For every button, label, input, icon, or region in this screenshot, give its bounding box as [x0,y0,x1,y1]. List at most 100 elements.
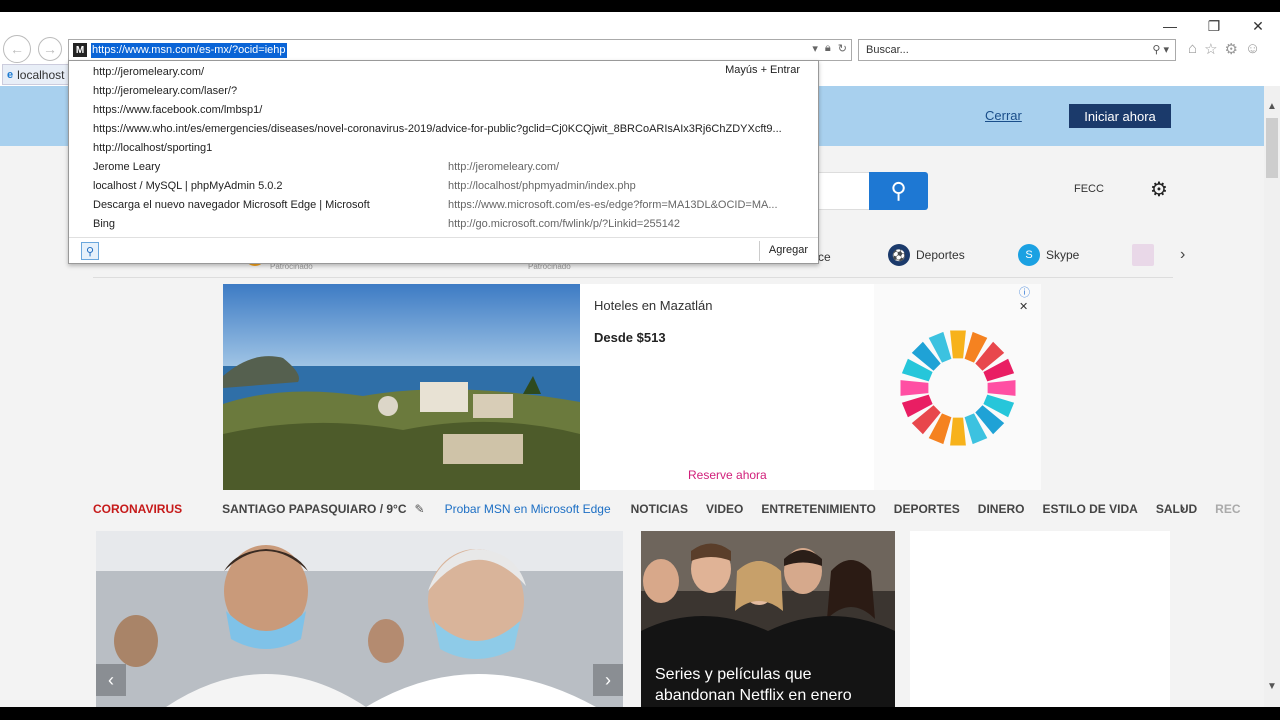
nav-coronavirus[interactable]: CORONAVIRUS [93,502,182,516]
smiley-feedback-icon[interactable]: ☺ [1245,40,1260,58]
tab-localhost[interactable]: e localhost [2,64,70,85]
blank-card [910,531,1170,707]
ad-price: Desde $513 [594,330,666,345]
toolbar-icons: ⌂ ☆ ⚙ ☺ [1188,40,1260,58]
back-button[interactable]: ← [3,35,31,63]
quicklink-label: Skype [1046,248,1080,262]
msn-search-button[interactable]: ⚲ [869,172,928,210]
nav-entretenimiento[interactable]: ENTRETENIMIENTO [761,502,875,516]
carousel-next-icon[interactable]: › [593,664,623,696]
card-caption[interactable]: Series y películas que abandonan Netflix… [655,664,885,706]
nav-salud[interactable]: SALUD [1156,502,1197,516]
sports-icon: ⚽ [888,244,910,266]
favorite-url[interactable]: http://localhost/phpmyadmin/index.php [448,177,636,196]
office-icon [1132,244,1154,266]
quicklink-label: Deportes [916,248,965,262]
home-icon[interactable]: ⌂ [1188,40,1197,58]
add-provider-button[interactable]: Agregar [769,244,808,256]
restore-icon[interactable]: ❐ [1192,12,1236,40]
catnav-next-chevron-icon[interactable]: › [1180,500,1185,518]
shortcut-hint: Mayús + Entrar [725,64,800,76]
favorite-title[interactable]: Bing [93,215,115,234]
ad-close-icon[interactable]: ✕ [1019,301,1028,313]
history-item[interactable]: http://localhost/sporting1 [93,139,212,158]
address-bar[interactable]: M https://www.msn.com/es-mx/?ocid=iehp ▾… [68,39,852,61]
history-item[interactable]: http://jeromeleary.com/laser/? [93,82,237,101]
pencil-edit-icon[interactable]: ✎ [415,502,425,516]
hotel-ad[interactable]: Hoteles en Mazatlán Desde $513 Reserve a… [223,284,1041,490]
scroll-thumb[interactable] [1266,118,1278,178]
mazatlan-photo[interactable] [223,284,580,490]
quicklinks-next-chevron-icon[interactable]: › [1180,246,1185,264]
skype-icon: S [1018,244,1040,266]
close-banner-link[interactable]: Cerrar [985,108,1022,123]
msn-site-icon: M [73,43,87,57]
nav-noticias[interactable]: NOTICIAS [631,502,688,516]
search-magnifier-icon[interactable]: ⚲ ▾ [1152,43,1169,56]
logo-petal [900,380,929,396]
history-item[interactable]: http://jeromeleary.com/ [93,63,204,82]
scroll-down-icon[interactable]: ▼ [1264,678,1280,694]
quicklink-office[interactable] [1132,244,1160,266]
browser-search-box[interactable]: Buscar... ⚲ ▾ [858,39,1176,61]
reserve-now-link[interactable]: Reserve ahora [688,468,767,482]
category-nav: CORONAVIRUS SANTIAGO PAPASQUIARO / 9°C ✎… [93,500,1241,518]
ad-choices-icon[interactable]: ⓘ ✕ [1019,284,1041,313]
favorite-title[interactable]: localhost / MySQL | phpMyAdmin 5.0.2 [93,177,283,196]
news-card-doctors[interactable]: ‹ › [96,531,623,707]
user-name[interactable]: FECC [1074,183,1104,195]
logo-petal [987,380,1016,396]
page-scrollbar[interactable]: ▲ ▼ [1264,86,1280,707]
quicklink-skype[interactable]: S Skype [1018,244,1079,266]
doctors-photo [96,531,623,707]
favorites-star-icon[interactable]: ☆ [1204,40,1217,58]
address-autocomplete: Mayús + Entrar http://jeromeleary.com/ h… [68,60,819,264]
lock-icon[interactable]: 🔒︎ [825,42,831,55]
nav-dinero[interactable]: DINERO [978,502,1025,516]
history-item[interactable]: https://www.who.int/es/emergencies/disea… [93,120,782,139]
settings-gear-icon[interactable]: ⚙ [1225,40,1238,58]
search-placeholder: Buscar... [866,44,909,56]
address-url[interactable]: https://www.msn.com/es-mx/?ocid=iehp [91,43,287,58]
forward-arrow-icon: → [43,41,57,57]
history-item[interactable]: https://www.facebook.com/lmbsp1/ [93,101,262,120]
edge-promo-link[interactable]: Probar MSN en Microsoft Edge [445,502,611,516]
divider [93,277,1173,278]
autocomplete-footer: ⚲ Agregar [69,237,818,264]
logo-petal [950,417,966,446]
news-card-netflix[interactable]: Series y películas que abandonan Netflix… [641,531,895,707]
nav-faded-item[interactable]: REC [1215,502,1240,516]
nav-deportes[interactable]: DEPORTES [894,502,960,516]
ad-logo-panel [874,284,1041,490]
start-now-button[interactable]: Iniciar ahora [1069,104,1171,128]
favorite-url[interactable]: http://go.microsoft.com/fwlink/p/?Linkid… [448,215,680,234]
nav-estilo-de-vida[interactable]: ESTILO DE VIDA [1042,502,1137,516]
close-window-icon[interactable]: ✕ [1236,12,1280,40]
weather-location[interactable]: SANTIAGO PAPASQUIARO / 9°C [222,502,406,516]
ad-brand-logo [900,330,1016,446]
back-arrow-icon: ← [10,41,24,57]
nav-video[interactable]: VIDEO [706,502,743,516]
refresh-icon[interactable]: ↻ [838,42,847,55]
divider [759,241,760,261]
favorite-title[interactable]: Jerome Leary [93,158,160,177]
screen-top-bar [0,0,1280,12]
forward-button[interactable]: → [38,37,62,61]
screen-bottom-bar [0,707,1280,720]
dropdown-arrow-icon[interactable]: ▾ [812,42,818,55]
scroll-up-icon[interactable]: ▲ [1264,98,1280,114]
ad-title[interactable]: Hoteles en Mazatlán [594,298,713,313]
coast-illustration [223,284,580,490]
address-tools: ▾ 🔒︎ ↻ [812,42,847,55]
quicklink-deportes[interactable]: ⚽ Deportes [888,244,965,266]
favorite-url[interactable]: http://jeromeleary.com/ [448,158,559,177]
window-controls: — ❐ ✕ [1148,12,1280,40]
favorite-url[interactable]: https://www.microsoft.com/es-es/edge?for… [448,196,778,215]
search-provider-icon[interactable]: ⚲ [81,242,99,260]
quicklink-partial[interactable]: ce [818,250,831,264]
favorite-title[interactable]: Descarga el nuevo navegador Microsoft Ed… [93,196,370,215]
ie-favicon-icon: e [7,68,14,81]
page-settings-icon[interactable]: ⚙ [1150,177,1168,202]
carousel-prev-icon[interactable]: ‹ [96,664,126,696]
minimize-icon[interactable]: — [1148,12,1192,40]
